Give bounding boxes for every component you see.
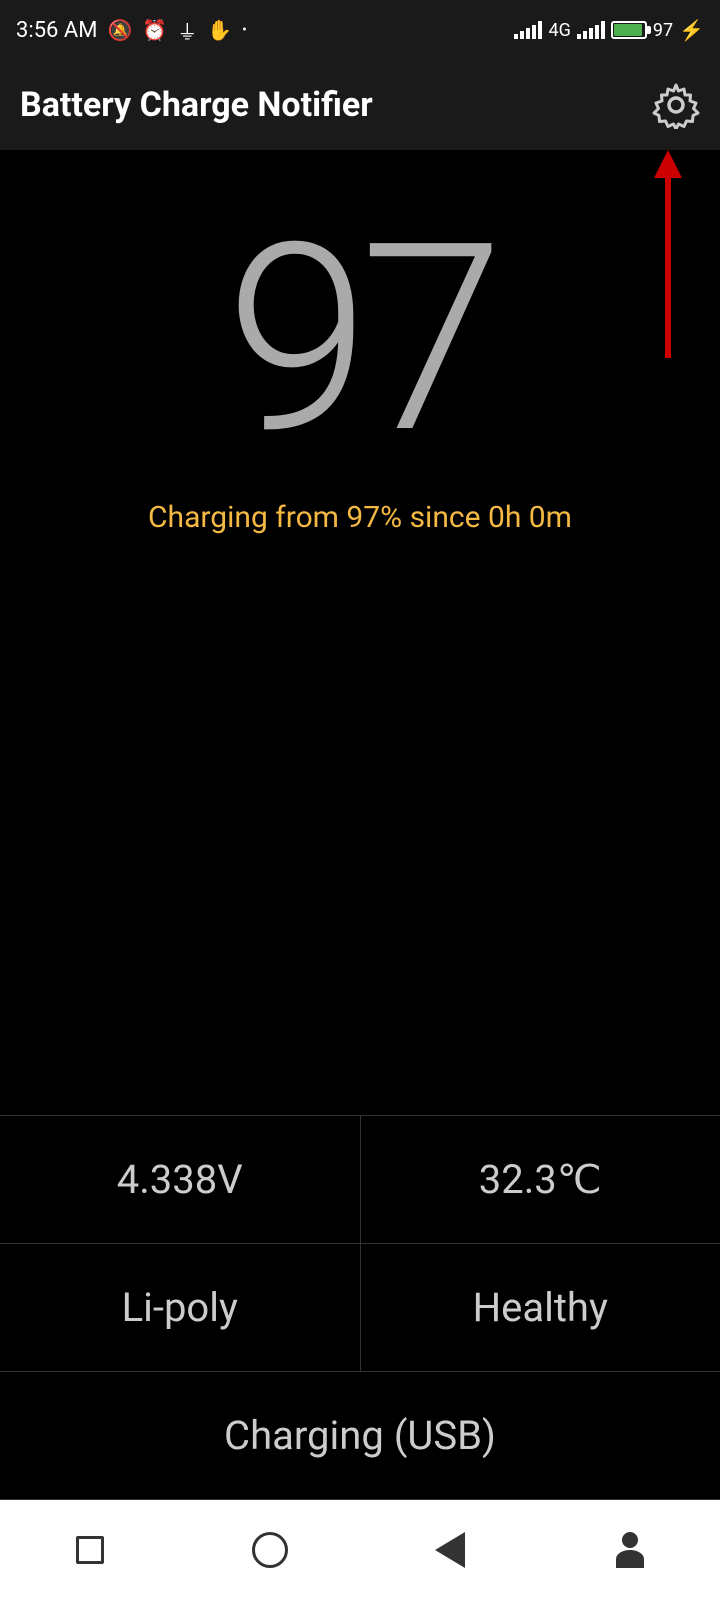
charging-method-row: Charging (USB) <box>0 1372 720 1500</box>
time-display: 3:56 AM <box>16 18 97 43</box>
top-section: 97 Charging from 97% since 0h 0m <box>0 150 720 1115</box>
type-health-row: Li-poly Healthy <box>0 1244 720 1372</box>
signal-bars-2 <box>577 21 605 39</box>
navigation-bar <box>0 1500 720 1600</box>
dot-icon: • <box>242 22 247 38</box>
app-title: Battery Charge Notifier <box>20 85 373 125</box>
hand-icon: ✋ <box>207 18 232 42</box>
recent-apps-icon <box>76 1536 104 1564</box>
back-icon <box>435 1532 465 1568</box>
health-cell: Healthy <box>361 1244 720 1371</box>
signal-bars-1 <box>514 21 542 39</box>
battery-percentage-display: 97 <box>226 210 494 470</box>
red-arrow-indicator <box>654 150 682 358</box>
accessibility-button[interactable] <box>600 1520 660 1580</box>
charging-info-text: Charging from 97% since 0h 0m <box>148 500 572 535</box>
status-left: 3:56 AM 🔕 ⏰ ⏚ ✋ • <box>16 16 247 45</box>
battery-type-cell: Li-poly <box>0 1244 361 1371</box>
voltage-temp-row: 4.338V 32.3℃ <box>0 1116 720 1244</box>
home-button[interactable] <box>240 1520 300 1580</box>
alarm-icon: ⏰ <box>142 18 167 42</box>
status-right: 4G 97 ⚡ <box>514 18 704 42</box>
alarm-off-icon: 🔕 <box>107 18 132 42</box>
usb-icon: ⏚ <box>177 16 197 45</box>
temperature-cell: 32.3℃ <box>361 1116 720 1243</box>
battery-percent-status: 97 <box>653 20 673 41</box>
status-bar: 3:56 AM 🔕 ⏰ ⏚ ✋ • 4G <box>0 0 720 60</box>
recent-apps-button[interactable] <box>60 1520 120 1580</box>
home-icon <box>252 1532 288 1568</box>
network-4g: 4G <box>548 20 570 41</box>
app-bar: Battery Charge Notifier <box>0 60 720 150</box>
stats-grid: 4.338V 32.3℃ Li-poly Healthy Charging (U… <box>0 1115 720 1500</box>
settings-button[interactable] <box>652 81 700 129</box>
voltage-cell: 4.338V <box>0 1116 361 1243</box>
accessibility-icon <box>616 1532 644 1568</box>
main-scroll-area: 97 Charging from 97% since 0h 0m 4.338V … <box>0 150 720 1500</box>
charging-bolt-icon: ⚡ <box>679 18 704 42</box>
back-button[interactable] <box>420 1520 480 1580</box>
battery-status-icon <box>611 21 647 39</box>
